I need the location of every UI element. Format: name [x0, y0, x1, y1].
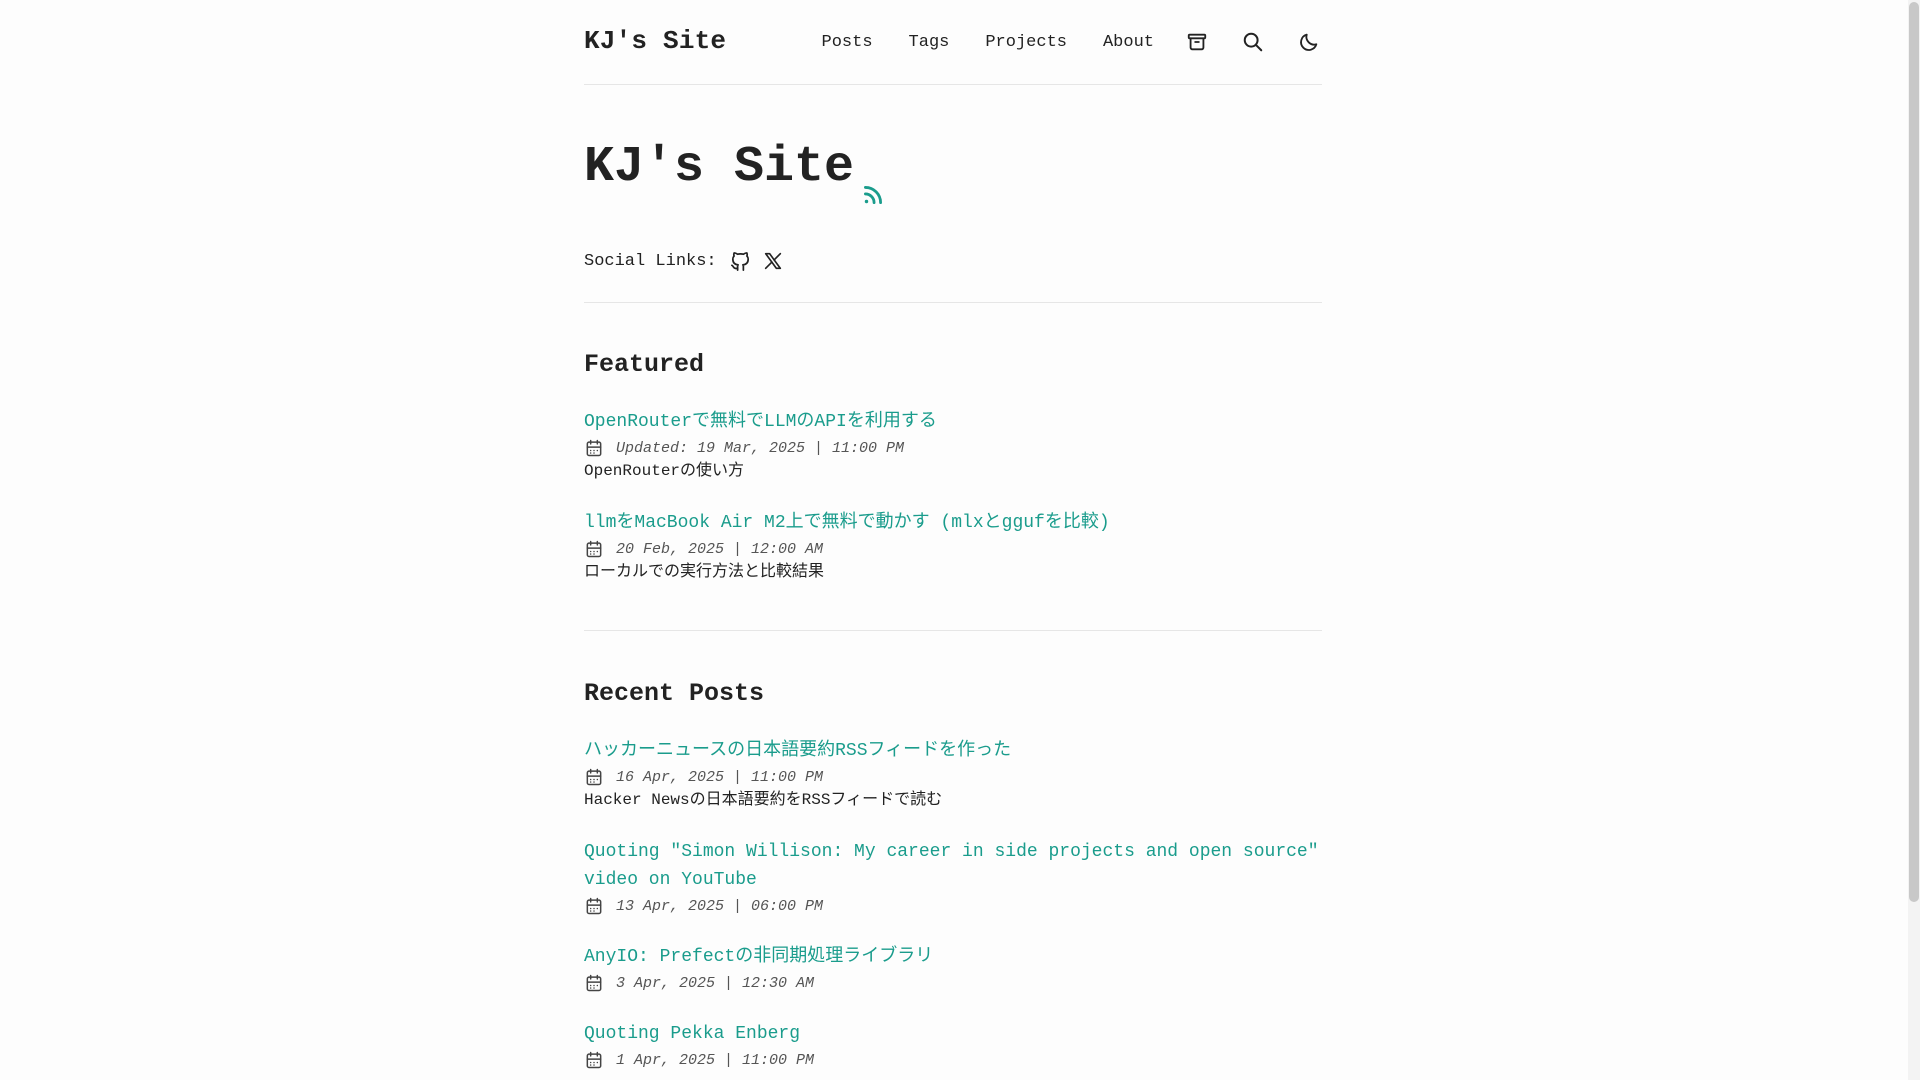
- featured-section: Featured OpenRouterで無料でLLMのAPIを利用する Upda…: [584, 350, 1322, 583]
- calendar-icon: [584, 767, 604, 787]
- calendar-icon: [584, 973, 604, 993]
- site-logo[interactable]: KJ's Site: [584, 26, 726, 56]
- post-title-link[interactable]: Quoting Pekka Enberg: [584, 1020, 1322, 1048]
- nav-projects[interactable]: Projects: [985, 33, 1067, 52]
- nav-about[interactable]: About: [1103, 33, 1154, 52]
- post-date: 20 Feb, 2025 | 12:00 AM: [616, 540, 824, 558]
- post-meta: 3 Apr, 2025 | 12:30 AM: [584, 972, 1322, 994]
- featured-heading: Featured: [584, 350, 705, 379]
- post-description: OpenRouterの使い方: [584, 462, 745, 480]
- post-date: 16 Apr, 2025 | 11:00 PM: [616, 768, 824, 786]
- recent-post: AnyIO: Prefectの非同期処理ライブラリ 3 Apr, 2025 | …: [584, 943, 1322, 994]
- calendar-icon: [584, 539, 604, 559]
- recent-post: Quoting Pekka Enberg 1 Apr, 2025 | 11:00…: [584, 1020, 1322, 1071]
- recent-posts-heading: Recent Posts: [584, 679, 765, 708]
- post-title-link[interactable]: llmをMacBook Air M2上で無料で動かす (mlxとggufを比較): [584, 509, 1322, 537]
- post-description: Hacker Newsの日本語要約をRSSフィードで読む: [584, 791, 943, 809]
- post-title-line: video on YouTube: [584, 870, 757, 890]
- post-date: 13 Apr, 2025 | 06:00 PM: [616, 897, 824, 915]
- post-title-link[interactable]: ハッカーニュースの日本語要約RSSフィードを作った: [584, 737, 1322, 765]
- site-header: KJ's Site Posts Tags Projects About: [584, 0, 1322, 85]
- recent-post: Quoting "Simon Willison: My career in si…: [584, 838, 1322, 917]
- social-links: Social Links:: [584, 249, 793, 273]
- post-title-link[interactable]: OpenRouterで無料でLLMのAPIを利用する: [584, 408, 1322, 436]
- calendar-icon: [584, 438, 604, 458]
- calendar-icon: [584, 1050, 604, 1070]
- post-title-line: Quoting "Simon Willison: My career in si…: [584, 842, 1319, 862]
- github-icon[interactable]: [729, 249, 753, 273]
- rss-icon[interactable]: [860, 171, 886, 204]
- search-icon[interactable]: [1240, 29, 1266, 55]
- featured-post: llmをMacBook Air M2上で無料で動かす (mlxとggufを比較)…: [584, 509, 1322, 583]
- x-icon[interactable]: [761, 249, 785, 273]
- post-title-link[interactable]: Quoting "Simon Willison: My career in si…: [584, 838, 1322, 894]
- archive-icon[interactable]: [1184, 29, 1210, 55]
- hero-section: KJ's Site Social Links:: [584, 85, 1322, 303]
- section-divider: [584, 630, 1322, 631]
- hero-title-text: KJ's Site: [584, 139, 855, 196]
- page: KJ's Site Posts Tags Projects About KJ's…: [0, 0, 1920, 1080]
- post-title-link[interactable]: AnyIO: Prefectの非同期処理ライブラリ: [584, 943, 1322, 971]
- nav-tags[interactable]: Tags: [909, 33, 950, 52]
- nav-posts[interactable]: Posts: [822, 33, 873, 52]
- recent-post: ハッカーニュースの日本語要約RSSフィードを作った 16 Apr, 2025 |…: [584, 737, 1322, 811]
- calendar-icon: [584, 896, 604, 916]
- page-scrollbar[interactable]: [1908, 0, 1920, 1080]
- post-meta: Updated: 19 Mar, 2025 | 11:00 PM: [584, 437, 1322, 459]
- main-nav: Posts Tags Projects About: [822, 0, 1322, 84]
- main-container: KJ's Site Posts Tags Projects About KJ's…: [584, 0, 1322, 1069]
- post-meta: 20 Feb, 2025 | 12:00 AM: [584, 538, 1322, 560]
- post-date: 1 Apr, 2025 | 11:00 PM: [616, 1051, 815, 1069]
- post-meta: 16 Apr, 2025 | 11:00 PM: [584, 766, 1322, 788]
- featured-post: OpenRouterで無料でLLMのAPIを利用する Updated: 19 M…: [584, 408, 1322, 482]
- moon-icon[interactable]: [1296, 29, 1322, 55]
- post-date: Updated: 19 Mar, 2025 | 11:00 PM: [616, 439, 905, 457]
- post-meta: 13 Apr, 2025 | 06:00 PM: [584, 895, 1322, 917]
- scrollbar-thumb[interactable]: [1909, 2, 1919, 902]
- hero-title: KJ's Site: [584, 139, 886, 204]
- post-description: ローカルでの実行方法と比較結果: [584, 563, 825, 581]
- post-date: 3 Apr, 2025 | 12:30 AM: [616, 974, 815, 992]
- post-meta: 1 Apr, 2025 | 11:00 PM: [584, 1049, 1322, 1071]
- recent-posts-section: Recent Posts ハッカーニュースの日本語要約RSSフィードを作った 1…: [584, 679, 1322, 1071]
- social-label: Social Links:: [584, 251, 717, 271]
